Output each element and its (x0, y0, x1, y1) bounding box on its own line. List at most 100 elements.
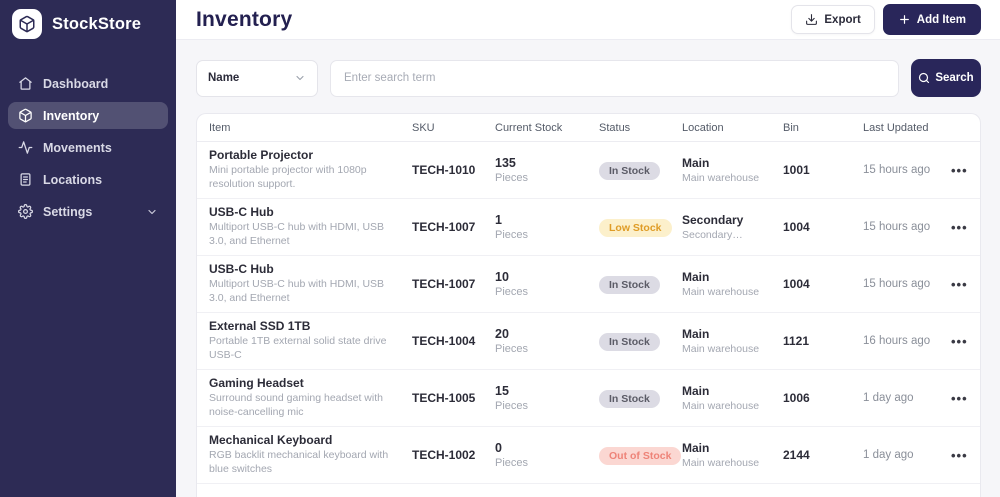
item-name: USB-C Hub (209, 262, 274, 277)
export-button[interactable]: Export (791, 5, 875, 35)
last-updated-cell: 15 hours ago (863, 278, 931, 291)
last-updated-cell: 15 hours ago (863, 221, 931, 234)
status-cell: In Stock (599, 275, 682, 294)
search-field-select[interactable]: Name (196, 59, 318, 97)
sku-cell: TECH-1005 (412, 391, 476, 406)
location-sub: Main warehouse (682, 172, 760, 185)
home-icon (18, 76, 33, 91)
search-button-label: Search (935, 72, 974, 85)
location-cell: Main Main warehouse (682, 327, 783, 355)
location-cell: Secondary Secondary… (682, 213, 783, 241)
last-updated-cell: 15 hours ago (863, 164, 931, 177)
item-description: Mini portable projector with 1080p resol… (209, 164, 367, 191)
location-sub: Main warehouse (682, 286, 760, 299)
bin-cell: 1006 (783, 391, 810, 406)
stock-cell: 0 Pieces (495, 441, 599, 469)
table-row: Gaming Headset Surround sound gaming hea… (197, 370, 980, 428)
stock-unit: Pieces (495, 172, 529, 185)
table-row: USB-C Hub Multiport USB-C hub with HDMI,… (197, 199, 980, 257)
stock-quantity: 10 (495, 270, 509, 285)
stock-cell: 15 Pieces (495, 384, 599, 412)
stock-unit: Pieces (495, 400, 529, 413)
sidebar: StockStore Dashboard Inventory Movements… (0, 0, 176, 497)
building-icon (18, 172, 33, 187)
row-actions-menu[interactable]: ••• (951, 278, 980, 291)
status-badge: In Stock (599, 161, 660, 180)
sidebar-item-dashboard[interactable]: Dashboard (8, 70, 168, 97)
status-badge: In Stock (599, 389, 660, 408)
item-name: External SSD 1TB (209, 319, 311, 334)
bin-cell: 1004 (783, 277, 810, 292)
item-description: Multiport USB-C hub with HDMI, USB 3.0, … (209, 221, 385, 248)
column-header-item: Item (209, 121, 231, 134)
add-item-button-label: Add Item (916, 13, 966, 26)
sku-cell: TECH-1004 (412, 334, 476, 349)
search-bar: Name Search (196, 59, 981, 98)
export-button-label: Export (824, 13, 861, 26)
item-cell: Portable Projector Mini portable project… (209, 148, 412, 191)
add-item-button[interactable]: Add Item (882, 4, 981, 36)
box-icon (18, 108, 33, 123)
plus-icon (898, 13, 911, 26)
status-cell: Out of Stock (599, 446, 682, 465)
row-actions-menu[interactable]: ••• (951, 392, 980, 405)
sku-cell: TECH-1002 (412, 448, 476, 463)
table-row: USB-C Hub Multiport USB-C hub with HDMI,… (197, 256, 980, 314)
activity-icon (18, 140, 33, 155)
sidebar-item-locations[interactable]: Locations (8, 166, 168, 193)
item-cell: Gaming Headset Surround sound gaming hea… (209, 376, 412, 419)
column-header-sku: SKU (412, 121, 435, 134)
stock-cell: 20 Pieces (495, 327, 599, 355)
table-row: Portable Projector Mini portable project… (197, 142, 980, 200)
last-updated-cell: 1 day ago (863, 392, 914, 405)
location-name: Secondary (682, 213, 744, 228)
bin-cell: 1121 (783, 334, 810, 349)
location-cell: Main Main warehouse (682, 384, 783, 412)
item-description: Portable 1TB external solid state drive … (209, 335, 387, 362)
last-updated-cell: 16 hours ago (863, 335, 931, 348)
sidebar-item-label: Inventory (43, 108, 100, 123)
status-badge: In Stock (599, 275, 660, 294)
location-name: Main (682, 384, 710, 399)
sidebar-item-inventory[interactable]: Inventory (8, 102, 168, 129)
page-header: Inventory Export Add Item (176, 0, 1000, 41)
table-row: External SSD 1TB Portable 1TB external s… (197, 313, 980, 371)
search-field-value: Name (208, 72, 240, 85)
inventory-table: Item SKU Current Stock Status Location B… (196, 113, 981, 497)
stock-cell: 135 Pieces (495, 156, 599, 184)
item-name: USB-C Hub (209, 205, 274, 220)
stock-unit: Pieces (495, 229, 529, 242)
item-description: Surround sound gaming headset with noise… (209, 392, 383, 419)
stock-quantity: 15 (495, 384, 509, 399)
status-cell: In Stock (599, 161, 682, 180)
stock-unit: Pieces (495, 457, 529, 470)
bin-cell: 1001 (783, 163, 810, 178)
sidebar-nav: Dashboard Inventory Movements Locations … (0, 48, 176, 225)
row-actions-menu[interactable]: ••• (951, 221, 980, 234)
column-header-location: Location (682, 121, 724, 134)
stock-unit: Pieces (495, 343, 529, 356)
sidebar-item-movements[interactable]: Movements (8, 134, 168, 161)
gear-icon (18, 204, 33, 219)
stock-quantity: 0 (495, 441, 502, 456)
sku-cell: TECH-1007 (412, 277, 476, 292)
item-cell: External SSD 1TB Portable 1TB external s… (209, 319, 412, 362)
sidebar-item-settings[interactable]: Settings (8, 198, 168, 225)
status-cell: In Stock (599, 332, 682, 351)
content: Name Search Item SKU Current Stock Statu… (176, 40, 1000, 497)
item-name: Mechanical Keyboard (209, 433, 333, 448)
status-badge: In Stock (599, 332, 660, 351)
location-sub: Main warehouse (682, 343, 760, 356)
location-sub: Main warehouse (682, 400, 760, 413)
location-sub: Secondary… (682, 229, 743, 242)
row-actions-menu[interactable]: ••• (951, 164, 980, 177)
item-description: Multiport USB-C hub with HDMI, USB 3.0, … (209, 278, 385, 305)
sidebar-item-label: Locations (43, 172, 103, 187)
row-actions-menu[interactable]: ••• (951, 335, 980, 348)
cube-icon (12, 9, 42, 39)
search-button[interactable]: Search (911, 59, 981, 98)
location-name: Main (682, 270, 710, 285)
row-actions-menu[interactable]: ••• (951, 449, 980, 462)
search-input[interactable] (330, 59, 899, 97)
status-cell: Low Stock (599, 218, 682, 237)
